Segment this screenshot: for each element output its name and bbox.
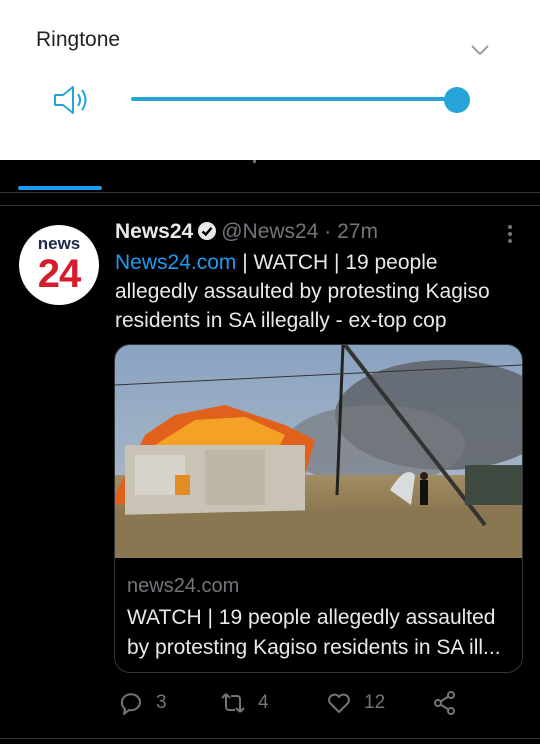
volume-slider-thumb[interactable] (444, 87, 470, 113)
author-handle[interactable]: @News24 (221, 220, 318, 243)
verified-badge-icon (198, 222, 217, 240)
share-button[interactable] (432, 688, 470, 718)
like-button[interactable]: 12 (326, 688, 385, 718)
volume-title: Ringtone (36, 28, 121, 51)
more-options-icon[interactable] (500, 224, 520, 244)
card-image (115, 345, 522, 558)
card-title: WATCH | 19 people allegedly assaulted by… (127, 606, 501, 659)
divider (0, 205, 540, 206)
tweet-text: News24.com | WATCH | 19 people allegedly… (115, 248, 525, 335)
reply-button[interactable]: 3 (118, 688, 167, 718)
tweet-time[interactable]: 27m (337, 220, 378, 243)
card-domain: news24.com (127, 575, 240, 597)
retweet-button[interactable]: 4 (220, 688, 269, 718)
retweet-icon (221, 693, 245, 713)
volume-panel: Ringtone (0, 0, 540, 160)
avatar[interactable]: news 24 (19, 225, 99, 305)
volume-slider-track[interactable] (131, 97, 457, 101)
tweet-header: News24 @News24 · 27m (115, 220, 378, 248)
speaker-icon[interactable] (52, 83, 92, 117)
avatar-logo-top: news (37, 234, 81, 253)
reply-count: 3 (156, 692, 167, 713)
chevron-down-icon[interactable] (470, 40, 490, 60)
tweet-actions: 3 4 12 (0, 688, 540, 718)
like-count: 12 (364, 692, 386, 713)
active-tab-indicator (18, 186, 102, 190)
author-name[interactable]: News24 (115, 220, 193, 243)
share-icon (434, 691, 455, 715)
reply-icon (120, 693, 141, 715)
tweet-link[interactable]: News24.com (115, 251, 236, 274)
link-card[interactable]: news24.com WATCH | 19 people allegedly a… (114, 344, 523, 673)
retweet-count: 4 (258, 692, 269, 713)
divider (0, 738, 540, 739)
avatar-logo-bottom: 24 (37, 252, 82, 296)
heart-icon (328, 693, 350, 713)
